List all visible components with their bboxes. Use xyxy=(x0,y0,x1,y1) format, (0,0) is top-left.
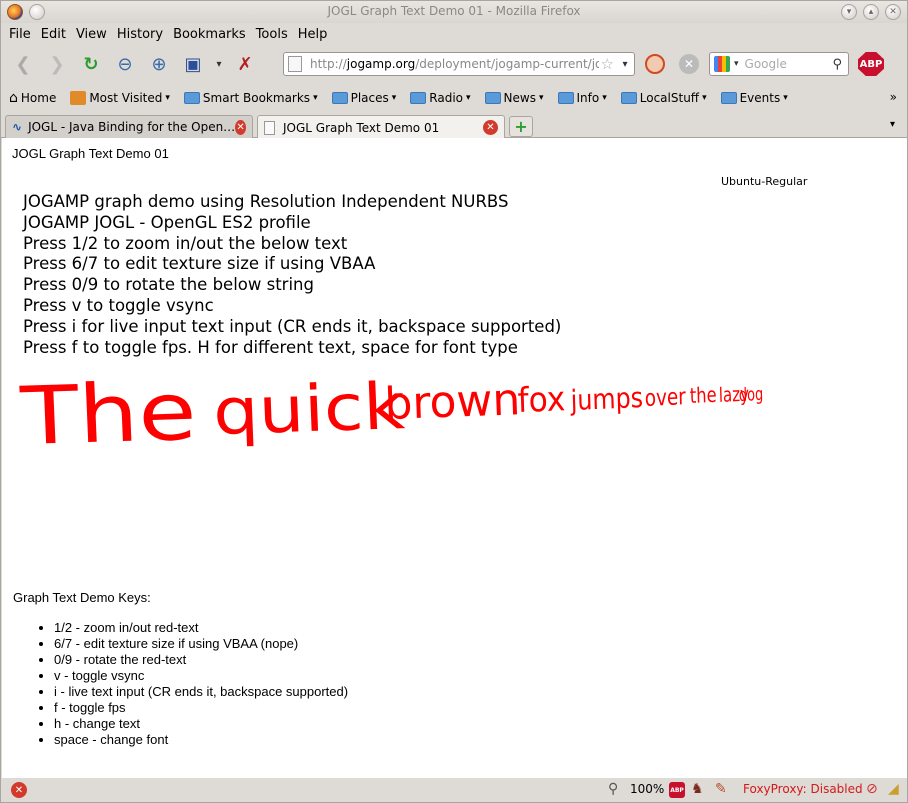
list-item: space - change font xyxy=(54,732,348,748)
folder-icon xyxy=(410,92,427,104)
search-go-icon[interactable]: ⚲ xyxy=(832,57,842,72)
tab-close-icon[interactable]: ✕ xyxy=(483,120,498,135)
bookmark-star-icon[interactable]: ☆ xyxy=(601,55,614,73)
page-favicon-icon xyxy=(264,120,275,135)
bookmark-radio[interactable]: Radio ▾ xyxy=(410,91,471,105)
status-stop-icon[interactable]: ✕ xyxy=(11,782,27,798)
menu-history[interactable]: History xyxy=(117,27,163,42)
title-bar: JOGL Graph Text Demo 01 - Mozilla Firefo… xyxy=(1,1,907,23)
list-item: f - toggle fps xyxy=(54,700,348,716)
tab-jogl-binding[interactable]: ∿ JOGL - Java Binding for the Open… ✕ xyxy=(5,115,253,138)
save-dropdown-icon[interactable]: ▾ xyxy=(213,50,225,78)
red-text-word: quick xyxy=(212,370,407,450)
list-item: h - change text xyxy=(54,716,348,732)
forward-icon[interactable]: ❯ xyxy=(43,50,71,78)
keys-title: Graph Text Demo Keys: xyxy=(13,590,151,605)
maximize-icon[interactable]: ▴ xyxy=(863,4,879,20)
list-item: 1/2 - zoom in/out red-text xyxy=(54,620,348,636)
bookmarks-toolbar: ⌂ Home Most Visited ▾ Smart Bookmarks ▾ Pl… xyxy=(1,86,907,110)
bookmark-news[interactable]: News ▾ xyxy=(484,91,544,105)
back-icon[interactable]: ❮ xyxy=(9,50,37,78)
window-title: JOGL Graph Text Demo 01 - Mozilla Firefo… xyxy=(327,4,581,18)
list-item: 6/7 - edit texture size if using VBAA (n… xyxy=(54,636,348,652)
menu-help[interactable]: Help xyxy=(298,27,328,42)
bookmark-smart-bookmarks[interactable]: Smart Bookmarks ▾ xyxy=(183,91,318,105)
menu-bar: File Edit View History Bookmarks Tools H… xyxy=(1,23,907,45)
url-text[interactable]: http://jogamp.org/deployment/jogamp-curr… xyxy=(310,57,599,71)
menu-edit[interactable]: Edit xyxy=(41,27,66,42)
search-input[interactable]: Google xyxy=(745,57,787,71)
edit-icon[interactable]: ✎ xyxy=(715,781,727,797)
list-item: v - toggle vsync xyxy=(54,668,348,684)
folder-icon xyxy=(331,92,348,104)
zoom-level[interactable]: 100% xyxy=(630,782,664,796)
bookmark-most-visited[interactable]: Most Visited ▾ xyxy=(70,91,170,105)
bookmark-home[interactable]: ⌂ Home xyxy=(9,90,56,106)
search-bar[interactable]: ▾ Google ⚲ xyxy=(709,52,849,76)
tab-label: JOGL Graph Text Demo 01 xyxy=(283,120,440,135)
sofa-icon[interactable]: ♞ xyxy=(691,781,704,797)
noscript-icon[interactable] xyxy=(645,54,665,74)
stop-icon[interactable]: ✕ xyxy=(679,54,699,74)
bookmark-events[interactable]: Events ▾ xyxy=(720,91,788,105)
tab-graph-text-demo[interactable]: JOGL Graph Text Demo 01 ✕ xyxy=(257,115,505,139)
menu-file[interactable]: File xyxy=(9,27,31,42)
save-icon[interactable]: ▣ xyxy=(179,50,207,78)
red-text-word: over xyxy=(644,383,686,411)
search-engine-dropdown-icon[interactable]: ▾ xyxy=(734,59,739,69)
bookmark-localstuff[interactable]: LocalStuff ▾ xyxy=(620,91,707,105)
page-icon xyxy=(288,56,302,72)
page-title: JOGL Graph Text Demo 01 xyxy=(12,146,169,161)
keys-list: 1/2 - zoom in/out red-text 6/7 - edit te… xyxy=(54,620,348,748)
gl-canvas[interactable]: Ubuntu-Regular JOGAMP graph demo using R… xyxy=(2,174,907,584)
adblock-plus-button[interactable]: ABP xyxy=(858,52,884,76)
tab-bar: ∿ JOGL - Java Binding for the Open… ✕ JO… xyxy=(1,113,907,139)
zoom-in-icon[interactable]: ⊕ xyxy=(145,50,173,78)
stop-script-icon[interactable]: ✗ xyxy=(231,50,259,78)
resize-grip-icon: ◢ xyxy=(888,781,899,797)
home-icon: ⌂ xyxy=(9,90,18,106)
tab-close-icon[interactable]: ✕ xyxy=(235,119,246,135)
status-bar: ✕ ⚲ 100% ABP ♞ ✎ FoxyProxy: Disabled ⊘ ◢ xyxy=(1,778,907,802)
folder-icon xyxy=(720,92,737,104)
red-text-word: jumps xyxy=(569,382,643,417)
foxyproxy-status[interactable]: FoxyProxy: Disabled xyxy=(743,782,863,796)
firefox-window: JOGL Graph Text Demo 01 - Mozilla Firefo… xyxy=(0,0,908,803)
tab-label: JOGL - Java Binding for the Open… xyxy=(28,120,236,134)
menu-bookmarks[interactable]: Bookmarks xyxy=(173,27,246,42)
list-all-tabs-icon[interactable]: ▾ xyxy=(890,119,895,130)
red-text-word: fox xyxy=(517,379,566,420)
red-text-word: brown xyxy=(384,374,522,430)
close-icon[interactable]: ✕ xyxy=(885,4,901,20)
jogl-favicon-icon: ∿ xyxy=(12,120,23,134)
status-noscript-icon[interactable]: ⊘ xyxy=(866,781,878,797)
red-text: The quickbrownfox jumps over the lazydog xyxy=(18,365,764,463)
bookmark-places[interactable]: Places ▾ xyxy=(331,91,396,105)
menu-view[interactable]: View xyxy=(76,27,107,42)
url-bar[interactable]: http://jogamp.org/deployment/jogamp-curr… xyxy=(283,52,635,76)
most-visited-icon xyxy=(70,91,87,105)
menu-tools[interactable]: Tools xyxy=(256,27,288,42)
red-text-word: dog xyxy=(739,383,764,406)
url-dropdown-icon[interactable]: ▾ xyxy=(616,59,634,70)
folder-icon xyxy=(183,92,200,104)
folder-icon xyxy=(557,92,574,104)
reload-icon[interactable]: ↻ xyxy=(77,50,105,78)
page-content: JOGL Graph Text Demo 01 Ubuntu-Regular J… xyxy=(2,138,907,778)
status-adblock-icon[interactable]: ABP xyxy=(669,782,685,798)
minimize-icon[interactable]: ▾ xyxy=(841,4,857,20)
folder-icon xyxy=(620,92,637,104)
list-item: 0/9 - rotate the red-text xyxy=(54,652,348,668)
bookmarks-overflow-icon[interactable]: » xyxy=(890,90,897,104)
red-text-word: the xyxy=(690,384,718,409)
list-item: i - live text input (CR ends it, backspa… xyxy=(54,684,348,700)
folder-icon xyxy=(484,92,501,104)
new-tab-button[interactable]: + xyxy=(509,116,533,137)
red-text-word: The xyxy=(18,365,198,463)
zoom-icon[interactable]: ⚲ xyxy=(608,781,618,797)
zoom-out-icon[interactable]: ⊖ xyxy=(111,50,139,78)
google-icon[interactable] xyxy=(714,56,730,72)
bookmark-info[interactable]: Info ▾ xyxy=(557,91,607,105)
